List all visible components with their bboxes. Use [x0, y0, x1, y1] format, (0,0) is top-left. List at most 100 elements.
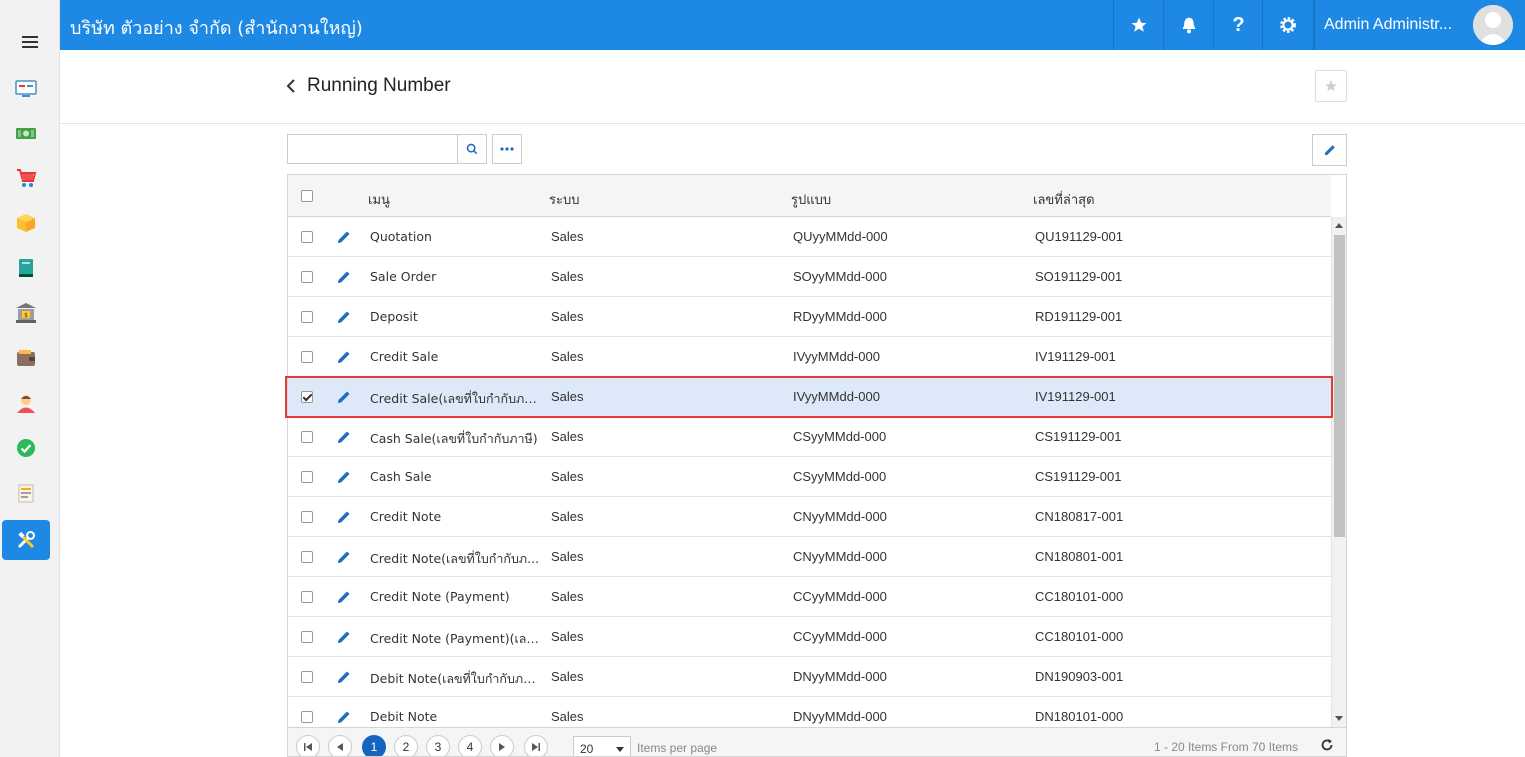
- sidebar-item-sales[interactable]: [2, 158, 50, 198]
- favorites-button[interactable]: [1113, 0, 1163, 50]
- pencil-icon[interactable]: [336, 589, 352, 605]
- pencil-icon[interactable]: [336, 269, 352, 285]
- pencil-icon[interactable]: [336, 429, 352, 445]
- company-name[interactable]: บริษัท ตัวอย่าง จำกัด (สำนักงานใหญ่): [70, 13, 363, 42]
- table-row[interactable]: Credit Note Sales CNyyMMdd-000 CN180817-001: [288, 497, 1331, 537]
- pencil-icon[interactable]: [336, 229, 352, 245]
- refresh-icon[interactable]: [1320, 738, 1334, 752]
- scrollbar-thumb[interactable]: [1334, 235, 1345, 537]
- sidebar-item-bank[interactable]: $: [2, 293, 50, 333]
- row-checkbox[interactable]: [301, 671, 313, 683]
- table-row[interactable]: Sale Order Sales SOyyMMdd-000 SO191129-001: [288, 257, 1331, 297]
- page-size-value: 20: [580, 742, 594, 756]
- pencil-icon[interactable]: [336, 669, 352, 685]
- user-name: Admin Administr...: [1324, 16, 1453, 33]
- settings-button[interactable]: [1262, 0, 1314, 50]
- table-row[interactable]: Deposit Sales RDyyMMdd-000 RD191129-001: [288, 297, 1331, 337]
- more-options-button[interactable]: [492, 134, 522, 164]
- bell-icon: [1182, 17, 1195, 34]
- page-button-1[interactable]: 1: [362, 735, 386, 756]
- sidebar-item-money[interactable]: [2, 113, 50, 153]
- scroll-up-icon[interactable]: [1335, 223, 1343, 228]
- page-title: Running Number: [307, 75, 451, 96]
- page-button-3[interactable]: 3: [426, 735, 450, 756]
- row-checkbox[interactable]: [301, 591, 313, 603]
- row-checkbox[interactable]: [301, 351, 313, 363]
- edit-button[interactable]: [1312, 134, 1347, 166]
- page-size-select[interactable]: 20: [573, 736, 631, 756]
- next-page-button[interactable]: [490, 735, 514, 756]
- cell-latest: CS191129-001: [1035, 429, 1122, 444]
- vertical-scrollbar[interactable]: [1331, 217, 1346, 727]
- table-row[interactable]: Credit Note (Payment) Sales CCyyMMdd-000 CC…: [288, 577, 1331, 617]
- scroll-down-icon[interactable]: [1335, 716, 1343, 721]
- table-row[interactable]: Credit Sale(เลขที่ใบกำกับภา... Sales IVyyM…: [288, 377, 1331, 417]
- cell-latest: CN180817-001: [1035, 509, 1124, 524]
- cell-system: Sales: [551, 389, 584, 404]
- sidebar-item-dashboard[interactable]: [2, 68, 50, 108]
- row-checkbox[interactable]: [301, 271, 313, 283]
- row-checkbox[interactable]: [301, 631, 313, 643]
- first-page-button[interactable]: [296, 735, 320, 756]
- pencil-icon[interactable]: [336, 309, 352, 325]
- sidebar-item-accounting[interactable]: [2, 248, 50, 288]
- select-all-checkbox[interactable]: [301, 190, 313, 202]
- row-checkbox[interactable]: [301, 391, 313, 403]
- search-button[interactable]: [457, 135, 486, 163]
- help-icon: ?: [1232, 13, 1245, 36]
- table-row[interactable]: Credit Note(เลขที่ใบกำกับภ... Sales CNyyMM…: [288, 537, 1331, 577]
- cell-menu: Cash Sale(เลขที่ใบกำกับภาษี): [370, 431, 538, 446]
- column-header-format[interactable]: รูปแบบ: [791, 189, 831, 210]
- help-button[interactable]: ?: [1213, 0, 1263, 50]
- pencil-icon[interactable]: [336, 629, 352, 645]
- table-row[interactable]: Credit Note (Payment)(เลข... Sales CCyyMMd…: [288, 617, 1331, 657]
- row-checkbox[interactable]: [301, 311, 313, 323]
- pencil-icon[interactable]: [336, 469, 352, 485]
- pencil-icon[interactable]: [336, 349, 352, 365]
- sidebar-item-settings[interactable]: [2, 520, 50, 560]
- table-row[interactable]: Credit Sale Sales IVyyMMdd-000 IV191129-001: [288, 337, 1331, 377]
- column-header-latest[interactable]: เลขที่ล่าสุด: [1033, 189, 1095, 210]
- column-header-system[interactable]: ระบบ: [549, 189, 579, 210]
- add-favorite-button[interactable]: [1315, 70, 1347, 102]
- back-button[interactable]: [286, 75, 302, 97]
- cell-menu: Credit Sale(เลขที่ใบกำกับภา...: [370, 391, 540, 406]
- chevron-down-icon: [616, 747, 624, 752]
- cell-format: SOyyMMdd-000: [793, 269, 887, 284]
- sidebar-item-inventory[interactable]: [2, 203, 50, 243]
- cell-system: Sales: [551, 349, 584, 364]
- search-input[interactable]: [288, 135, 458, 163]
- pencil-icon[interactable]: [336, 549, 352, 565]
- page-button-2[interactable]: 2: [394, 735, 418, 756]
- cell-system: Sales: [551, 549, 584, 564]
- notifications-button[interactable]: [1163, 0, 1213, 50]
- sidebar-item-hr[interactable]: [2, 383, 50, 423]
- sidebar-item-reports[interactable]: [2, 473, 50, 513]
- menu-toggle-icon[interactable]: [0, 20, 60, 64]
- cell-menu: Debit Note(เลขที่ใบกำกับภา...: [370, 671, 540, 686]
- user-menu[interactable]: Admin Administr...: [1314, 0, 1525, 50]
- prev-page-button[interactable]: [328, 735, 352, 756]
- sidebar-item-wallet[interactable]: [2, 338, 50, 378]
- cell-latest: DN190903-001: [1035, 669, 1124, 684]
- cell-format: CCyyMMdd-000: [793, 629, 887, 644]
- running-number-table: เมนู ระบบ รูปแบบ เลขที่ล่าสุด Quotation S…: [287, 174, 1347, 757]
- pencil-icon[interactable]: [336, 389, 352, 405]
- pencil-icon[interactable]: [336, 709, 352, 725]
- table-row[interactable]: Quotation Sales QUyyMMdd-000 QU191129-001: [288, 217, 1331, 257]
- table-row[interactable]: Cash Sale Sales CSyyMMdd-000 CS191129-001: [288, 457, 1331, 497]
- row-checkbox[interactable]: [301, 711, 313, 723]
- pencil-icon[interactable]: [336, 509, 352, 525]
- last-page-button[interactable]: [524, 735, 548, 756]
- table-row[interactable]: Debit Note(เลขที่ใบกำกับภา... Sales DNyyMM…: [288, 657, 1331, 697]
- table-row[interactable]: Cash Sale(เลขที่ใบกำกับภาษี) Sales CSyyMMd…: [288, 417, 1331, 457]
- row-checkbox[interactable]: [301, 471, 313, 483]
- page-button-4[interactable]: 4: [458, 735, 482, 756]
- row-checkbox[interactable]: [301, 511, 313, 523]
- column-header-menu[interactable]: เมนู: [368, 189, 390, 210]
- row-checkbox[interactable]: [301, 231, 313, 243]
- row-checkbox[interactable]: [301, 551, 313, 563]
- star-icon: [1325, 80, 1337, 92]
- sidebar-item-approval[interactable]: [2, 428, 50, 468]
- row-checkbox[interactable]: [301, 431, 313, 443]
